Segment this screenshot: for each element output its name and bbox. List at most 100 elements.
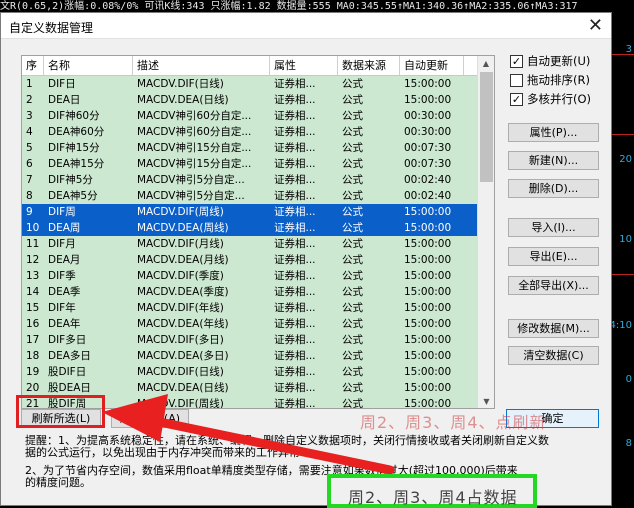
export-all-button[interactable]: 全部导出(X)... (508, 276, 599, 295)
cell-source: 公式 (342, 382, 363, 394)
cell-source: 公式 (342, 206, 363, 218)
close-icon[interactable]: ✕ (588, 15, 603, 36)
green-annotation-text: 周2、周3、周4占数据 (348, 488, 518, 507)
custom-data-table: 序 名称 描述 属性 数据来源 自动更新 1 DIF日 MACDV.DIF(日线) 证… (21, 55, 495, 409)
cell-auto-update: 00:02:40 (404, 174, 452, 186)
cell-attribute: 证券相... (274, 334, 316, 346)
table-row[interactable]: 13 DIF季 MACDV.DIF(季度) 证券相... 公式 15:00:00 (22, 268, 494, 284)
cell-auto-update: 15:00:00 (404, 334, 452, 346)
column-header-auto-update[interactable]: 自动更新 (400, 56, 464, 75)
cell-source: 公式 (342, 110, 363, 122)
cell-name: DIF年 (48, 302, 76, 314)
cell-description: MACDV.DIF(多日) (137, 334, 224, 346)
cell-name: DEA月 (48, 254, 81, 266)
column-header-index[interactable]: 序 (22, 56, 44, 75)
table-row[interactable]: 16 DEA年 MACDV.DEA(年线) 证券相... 公式 15:00:00 (22, 316, 494, 332)
cell-description: MACDV.DIF(季度) (137, 270, 224, 282)
table-row[interactable]: 5 DIF神15分 MACDV神引15分自定... 证券相... 公式 00:07:30 (22, 140, 494, 156)
cell-attribute: 证券相... (274, 350, 316, 362)
modify-data-button[interactable]: 修改数据(M)... (508, 319, 599, 338)
cell-source: 公式 (342, 190, 363, 202)
cell-index: 8 (26, 190, 33, 202)
dialog-title: 自定义数据管理 (9, 21, 94, 35)
multicore-label: 多核并行(O) (527, 92, 592, 106)
cell-name: DEA周 (48, 222, 81, 234)
cell-index: 18 (26, 350, 40, 362)
drag-sort-checkbox[interactable]: 拖动排序(R) (510, 72, 590, 88)
cell-index: 17 (26, 334, 40, 346)
cell-description: MACDV神引60分自定... (137, 110, 252, 122)
table-row[interactable]: 6 DEA神15分 MACDV神引15分自定... 证券相... 公式 00:07:30 (22, 156, 494, 172)
column-header-attribute[interactable]: 属性 (270, 56, 338, 75)
cell-attribute: 证券相... (274, 174, 316, 186)
cell-source: 公式 (342, 286, 363, 298)
table-row[interactable]: 15 DIF年 MACDV.DIF(年线) 证券相... 公式 15:00:00 (22, 300, 494, 316)
cell-name: DEA神15分 (48, 158, 105, 170)
cell-name: 股DEA日 (48, 382, 91, 394)
cell-index: 6 (26, 158, 33, 170)
table-row[interactable]: 7 DIF神5分 MACDV神引5分自定... 证券相... 公式 00:02:40 (22, 172, 494, 188)
cell-attribute: 证券相... (274, 190, 316, 202)
cell-auto-update: 15:00:00 (404, 94, 452, 106)
table-row[interactable]: 12 DEA月 MACDV.DEA(月线) 证券相... 公式 15:00:00 (22, 252, 494, 268)
scroll-thumb[interactable] (480, 72, 493, 182)
refresh-all-button[interactable]: 刷新全部(A) (111, 409, 189, 428)
table-row[interactable]: 10 DEA周 MACDV.DEA(周线) 证券相... 公式 15:00:00 (22, 220, 494, 236)
table-row[interactable]: 14 DEA季 MACDV.DEA(季度) 证券相... 公式 15:00:00 (22, 284, 494, 300)
cell-description: MACDV.DEA(多日) (137, 350, 229, 362)
table-row[interactable]: 8 DEA神5分 MACDV神引5分自定... 证券相... 公式 00:02:40 (22, 188, 494, 204)
cell-index: 12 (26, 254, 40, 266)
new-button[interactable]: 新建(N)... (508, 151, 599, 170)
cell-name: DEA季 (48, 286, 81, 298)
cell-attribute: 证券相... (274, 254, 316, 266)
cell-description: MACDV神引15分自定... (137, 142, 252, 154)
cell-auto-update: 15:00:00 (404, 350, 452, 362)
cell-index: 3 (26, 110, 33, 122)
table-row[interactable]: 4 DEA神60分 MACDV神引60分自定... 证券相... 公式 00:30:00 (22, 124, 494, 140)
cell-auto-update: 15:00:00 (404, 254, 452, 266)
cell-index: 13 (26, 270, 40, 282)
background-label: 10 (619, 234, 632, 245)
properties-button[interactable]: 属性(P)... (508, 123, 599, 142)
table-scrollbar[interactable]: ▲ ▼ (477, 56, 494, 408)
table-row[interactable]: 20 股DEA日 MACDV.DEA(日线) 证券相... 公式 15:00:00 (22, 380, 494, 396)
cell-index: 2 (26, 94, 33, 106)
cell-name: DEA年 (48, 318, 81, 330)
dialog-titlebar[interactable]: 自定义数据管理 ✕ (1, 13, 611, 39)
table-row[interactable]: 18 DEA多日 MACDV.DEA(多日) 证券相... 公式 15:00:00 (22, 348, 494, 364)
cell-name: DIF周 (48, 206, 76, 218)
cell-index: 15 (26, 302, 40, 314)
auto-update-checkbox[interactable]: ✓ 自动更新(U) (510, 53, 590, 69)
cell-name: DIF季 (48, 270, 76, 282)
cell-auto-update: 15:00:00 (404, 398, 452, 409)
table-body: 1 DIF日 MACDV.DIF(日线) 证券相... 公式 15:00:00 2 DEA日 M… (22, 76, 494, 409)
table-row[interactable]: 3 DIF神60分 MACDV神引60分自定... 证券相... 公式 00:30:00 (22, 108, 494, 124)
clear-data-button[interactable]: 清空数据(C) (508, 346, 599, 365)
column-header-name[interactable]: 名称 (44, 56, 133, 75)
table-row[interactable]: 19 股DIF日 MACDV.DIF(日线) 证券相... 公式 15:00:00 (22, 364, 494, 380)
cell-description: MACDV.DEA(月线) (137, 254, 229, 266)
table-row[interactable]: 11 DIF月 MACDV.DIF(月线) 证券相... 公式 15:00:00 (22, 236, 494, 252)
cell-source: 公式 (342, 318, 363, 330)
column-header-description[interactable]: 描述 (133, 56, 270, 75)
scroll-down-icon[interactable]: ▼ (478, 394, 494, 408)
auto-update-label: 自动更新(U) (527, 54, 591, 68)
export-button[interactable]: 导出(E)... (508, 247, 599, 266)
scroll-up-icon[interactable]: ▲ (478, 56, 494, 72)
table-row[interactable]: 2 DEA日 MACDV.DEA(日线) 证券相... 公式 15:00:00 (22, 92, 494, 108)
table-row[interactable]: 9 DIF周 MACDV.DIF(周线) 证券相... 公式 15:00:00 (22, 204, 494, 220)
cell-source: 公式 (342, 334, 363, 346)
table-row[interactable]: 1 DIF日 MACDV.DIF(日线) 证券相... 公式 15:00:00 (22, 76, 494, 92)
import-button[interactable]: 导入(I)... (508, 218, 599, 237)
multicore-checkbox[interactable]: ✓ 多核并行(O) (510, 91, 591, 107)
cell-description: MACDV神引5分自定... (137, 190, 245, 202)
drag-sort-label: 拖动排序(R) (527, 73, 590, 87)
delete-button[interactable]: 删除(D)... (508, 179, 599, 198)
table-header: 序 名称 描述 属性 数据来源 自动更新 (22, 56, 494, 76)
cell-attribute: 证券相... (274, 142, 316, 154)
column-header-source[interactable]: 数据来源 (338, 56, 400, 75)
cell-index: 9 (26, 206, 33, 218)
cell-attribute: 证券相... (274, 302, 316, 314)
cell-index: 11 (26, 238, 40, 250)
table-row[interactable]: 17 DIF多日 MACDV.DIF(多日) 证券相... 公式 15:00:00 (22, 332, 494, 348)
